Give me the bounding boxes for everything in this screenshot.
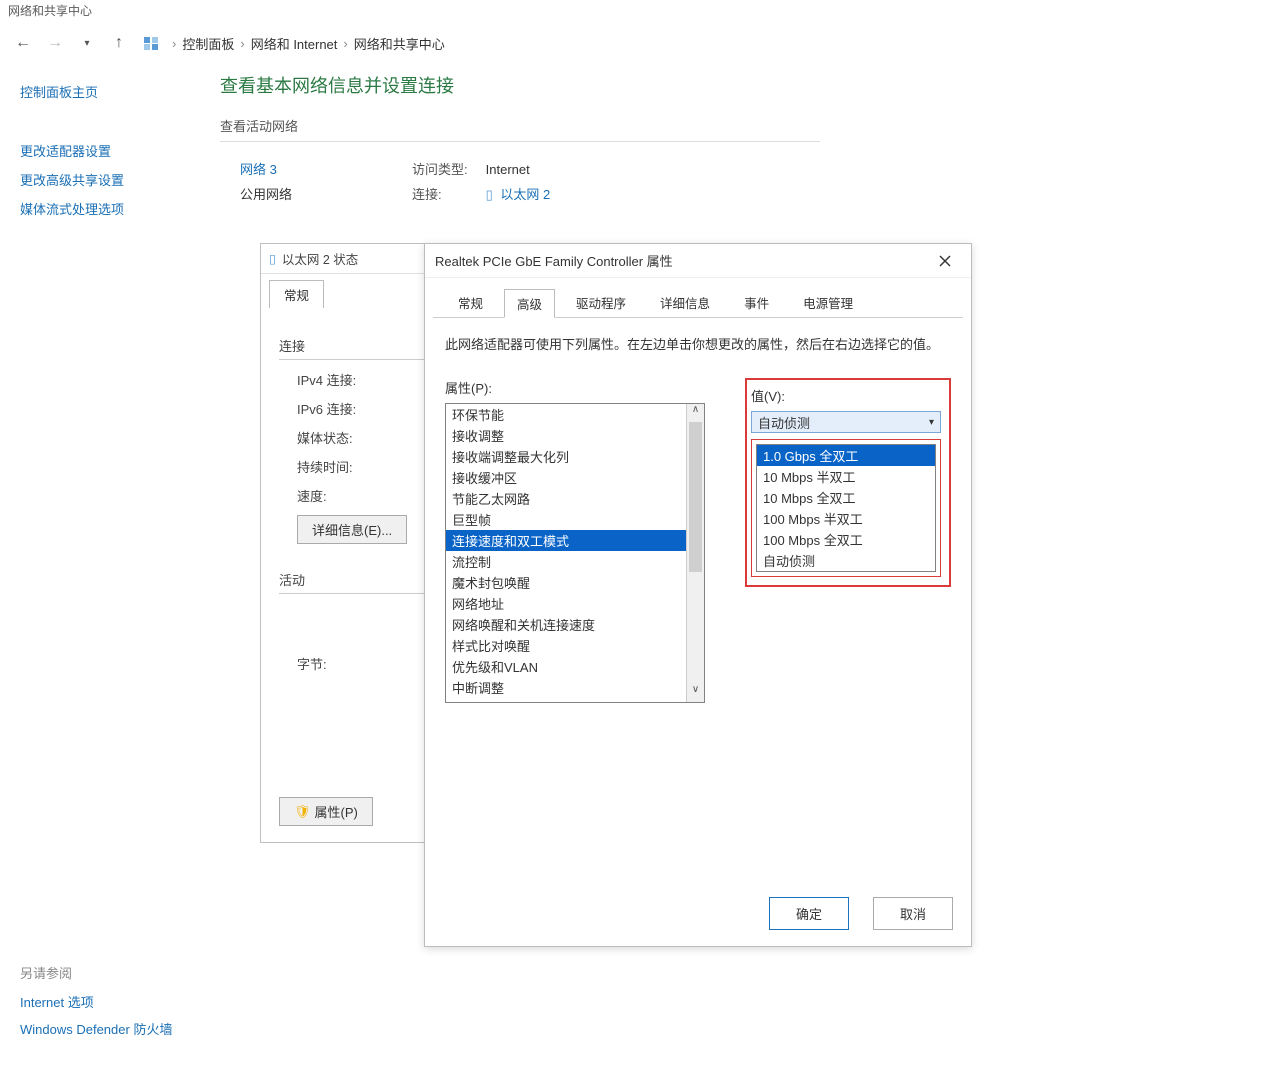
ok-button[interactable]: 确定	[769, 897, 849, 930]
window-title: 网络和共享中心	[0, 0, 1280, 24]
see-also-defender-firewall[interactable]: Windows Defender 防火墙	[20, 1019, 172, 1038]
property-label: 属性(P):	[445, 378, 705, 397]
tab-strip: 常规高级驱动程序详细信息事件电源管理	[433, 278, 963, 318]
cancel-button[interactable]: 取消	[873, 897, 953, 930]
details-button[interactable]: 详细信息(E)...	[297, 515, 407, 544]
up-button[interactable]: ↑	[108, 32, 130, 54]
value-dropdown[interactable]: 1.0 Gbps 全双工10 Mbps 半双工10 Mbps 全双工100 Mb…	[756, 444, 936, 572]
access-type-value: Internet	[486, 162, 530, 177]
see-also-section: 另请参阅 Internet 选项 Windows Defender 防火墙	[20, 963, 172, 1046]
value-current: 自动侦测	[758, 413, 810, 432]
value-option[interactable]: 100 Mbps 全双工	[757, 529, 935, 550]
property-item[interactable]: 中断调整	[446, 677, 686, 698]
shield-icon: 🛡	[294, 804, 311, 820]
active-networks-label: 查看活动网络	[220, 116, 820, 142]
see-also-internet-options[interactable]: Internet 选项	[20, 992, 172, 1011]
back-button[interactable]: ←	[12, 32, 34, 54]
chevron-down-icon: ▾	[929, 417, 934, 428]
forward-button[interactable]: →	[44, 32, 66, 54]
breadcrumb-item[interactable]: 控制面板	[182, 34, 234, 53]
tab-5[interactable]: 电源管理	[790, 288, 866, 317]
property-item[interactable]: 魔术封包唤醒	[446, 572, 686, 593]
dialog-title: Realtek PCIe GbE Family Controller 属性	[435, 251, 673, 270]
breadcrumb: › 控制面板 › 网络和 Internet › 网络和共享中心	[172, 34, 445, 53]
selected-value-highlight: 1.0 Gbps 全双工10 Mbps 半双工10 Mbps 全双工100 Mb…	[751, 439, 941, 577]
scrollbar-thumb[interactable]	[689, 422, 702, 572]
value-option[interactable]: 10 Mbps 半双工	[757, 466, 935, 487]
page-title: 查看基本网络信息并设置连接	[220, 72, 1260, 98]
property-item[interactable]: 网络地址	[446, 593, 686, 614]
property-item[interactable]: 网络唤醒和关机连接速度	[446, 614, 686, 635]
value-highlight-box: 值(V): 自动侦测 ▾ 1.0 Gbps 全双工10 Mbps 半双工10 M…	[745, 378, 951, 587]
value-option[interactable]: 10 Mbps 全双工	[757, 487, 935, 508]
value-combobox[interactable]: 自动侦测 ▾	[751, 411, 941, 433]
chevron-right-icon: ›	[172, 36, 176, 51]
sidebar-home[interactable]: 控制面板主页	[20, 82, 200, 101]
close-button[interactable]	[929, 249, 961, 273]
property-item[interactable]: 连接速度和双工模式	[446, 530, 686, 551]
breadcrumb-item[interactable]: 网络和共享中心	[354, 34, 445, 53]
property-item[interactable]: 接收调整	[446, 425, 686, 446]
connection-link[interactable]: 以太网 2	[500, 187, 550, 202]
adapter-properties-dialog: Realtek PCIe GbE Family Controller 属性 常规…	[424, 243, 972, 947]
network-name[interactable]: 网络 3	[240, 158, 292, 183]
instruction-text: 此网络适配器可使用下列属性。在左边单击你想更改的属性，然后在右边选择它的值。	[445, 334, 951, 356]
sidebar-item-media-streaming[interactable]: 媒体流式处理选项	[20, 199, 200, 218]
chevron-right-icon: ›	[240, 36, 244, 51]
property-item[interactable]: 流控制	[446, 551, 686, 572]
value-option[interactable]: 1.0 Gbps 全双工	[757, 445, 935, 466]
scrollbar[interactable]: ∧ ∨	[686, 404, 704, 702]
property-item[interactable]: 自动关闭 Gigabit	[446, 698, 686, 702]
ethernet-icon: ▯	[486, 187, 493, 202]
scroll-down-icon[interactable]: ∨	[687, 684, 704, 702]
ethernet-icon: ▯	[269, 251, 276, 266]
connection-label: 连接:	[412, 183, 482, 208]
property-item[interactable]: 接收端调整最大化列	[446, 446, 686, 467]
property-item[interactable]: 优先级和VLAN	[446, 656, 686, 677]
value-label: 值(V):	[751, 386, 945, 405]
breadcrumb-item[interactable]: 网络和 Internet	[251, 34, 338, 53]
property-item[interactable]: 接收缓冲区	[446, 467, 686, 488]
chevron-right-icon: ›	[343, 36, 347, 51]
property-item[interactable]: 环保节能	[446, 404, 686, 425]
location-icon	[140, 32, 162, 54]
properties-button[interactable]: 🛡 属性(P)	[279, 797, 373, 826]
sidebar-item-adapter-settings[interactable]: 更改适配器设置	[20, 141, 200, 160]
property-item[interactable]: 节能乙太网路	[446, 488, 686, 509]
tab-4[interactable]: 事件	[731, 288, 782, 317]
tab-0[interactable]: 常规	[445, 288, 496, 317]
access-type-label: 访问类型:	[412, 158, 482, 183]
value-option[interactable]: 100 Mbps 半双工	[757, 508, 935, 529]
property-listbox[interactable]: 环保节能接收调整接收端调整最大化列接收缓冲区节能乙太网路巨型帧连接速度和双工模式…	[445, 403, 705, 703]
tab-2[interactable]: 驱动程序	[563, 288, 639, 317]
sidebar-item-advanced-sharing[interactable]: 更改高级共享设置	[20, 170, 200, 189]
tab-1[interactable]: 高级	[504, 289, 555, 318]
value-option[interactable]: 自动侦测	[757, 550, 935, 571]
network-type: 公用网络	[240, 183, 292, 208]
tab-general[interactable]: 常规	[269, 280, 324, 308]
navigation-bar: ← → ▾ ↑ › 控制面板 › 网络和 Internet › 网络和共享中心	[0, 24, 1280, 62]
see-also-title: 另请参阅	[20, 963, 172, 982]
recent-locations-button[interactable]: ▾	[76, 32, 98, 54]
tab-3[interactable]: 详细信息	[647, 288, 723, 317]
main-pane: 查看基本网络信息并设置连接 查看活动网络 网络 3 公用网络 访问类型: Int…	[220, 72, 1260, 228]
scroll-up-icon[interactable]: ∧	[687, 404, 704, 422]
property-item[interactable]: 巨型帧	[446, 509, 686, 530]
sidebar: 控制面板主页 更改适配器设置 更改高级共享设置 媒体流式处理选项	[20, 72, 220, 228]
property-item[interactable]: 样式比对唤醒	[446, 635, 686, 656]
